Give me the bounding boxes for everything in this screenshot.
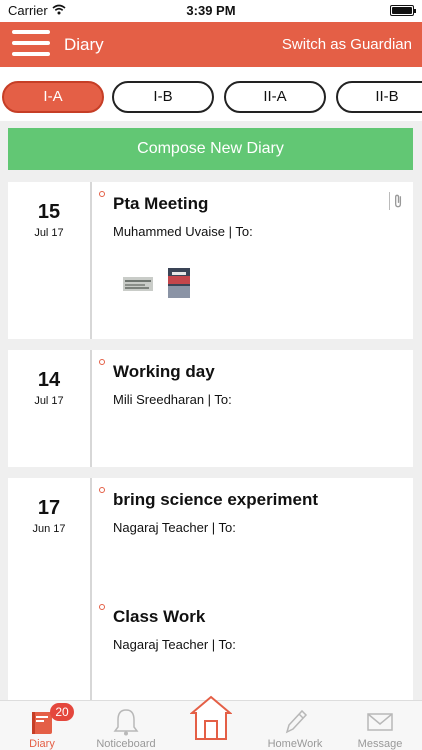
entry-title: Pta Meeting xyxy=(113,194,209,213)
page-title: Diary xyxy=(64,35,104,54)
app-header: Diary Switch as Guardian xyxy=(0,22,422,67)
class-tabs: I-A I-B II-A II-B xyxy=(0,67,422,121)
timeline-dot xyxy=(99,191,105,197)
menu-icon[interactable] xyxy=(12,30,50,58)
nav-diary-label: Diary xyxy=(29,738,55,750)
attachment-thumbnail[interactable] xyxy=(168,268,190,298)
timeline-line xyxy=(90,350,92,467)
diary-card[interactable]: 15 Jul 17 Pta Meeting Muhammed Uvaise | … xyxy=(8,182,413,339)
timeline-dot xyxy=(99,604,105,610)
entry-title: Class Work xyxy=(113,607,206,626)
diary-card[interactable]: 14 Jul 17 Working day Mili Sreedharan | … xyxy=(8,350,413,467)
timeline-line xyxy=(90,478,92,700)
entry-author: Mili Sreedharan | To: xyxy=(113,392,232,407)
diary-card[interactable]: 17 Jun 17 bring science experiment Nagar… xyxy=(8,478,413,700)
nav-noticeboard-label: Noticeboard xyxy=(96,738,156,750)
bell-icon xyxy=(113,709,139,736)
entry-author: Muhammed Uvaise | To: xyxy=(113,224,253,239)
timeline-dot xyxy=(99,487,105,493)
date-day: 17 xyxy=(37,497,61,519)
entry-title: Working day xyxy=(113,362,215,381)
date-day: 15 xyxy=(37,201,61,223)
date-month: Jun 17 xyxy=(32,523,66,535)
tab-ii-a[interactable]: II-A xyxy=(224,81,326,113)
date-month: Jul 17 xyxy=(34,395,64,407)
clock: 3:39 PM xyxy=(186,3,236,18)
date-day: 14 xyxy=(37,369,61,391)
envelope-icon xyxy=(367,713,393,731)
nav-diary[interactable]: 20 Diary xyxy=(0,701,84,750)
nav-noticeboard[interactable]: Noticeboard xyxy=(84,701,168,750)
pencil-icon xyxy=(285,709,308,734)
paperclip-icon[interactable] xyxy=(389,192,407,210)
compose-diary-button[interactable]: Compose New Diary xyxy=(8,128,413,170)
entry-title: bring science experiment xyxy=(113,490,319,509)
entry-author: Nagaraj Teacher | To: xyxy=(113,520,236,535)
diary-badge: 20 xyxy=(50,703,74,721)
tab-i-b[interactable]: I-B xyxy=(112,81,214,113)
nav-homework-label: HomeWork xyxy=(267,738,323,750)
date-column: 15 Jul 17 xyxy=(8,182,90,339)
date-column: 14 Jul 17 xyxy=(8,350,90,467)
entry-author: Nagaraj Teacher | To: xyxy=(113,637,236,652)
nav-homework[interactable]: HomeWork xyxy=(253,701,337,750)
tab-i-a[interactable]: I-A xyxy=(2,81,104,113)
switch-guardian-button[interactable]: Switch as Guardian xyxy=(282,36,412,53)
tab-ii-b[interactable]: II-B xyxy=(336,81,422,113)
date-month: Jul 17 xyxy=(34,227,64,239)
nav-message-label: Message xyxy=(357,738,403,750)
timeline-dot xyxy=(99,359,105,365)
timeline-line xyxy=(90,182,92,339)
battery-icon xyxy=(390,5,416,16)
date-column: 17 Jun 17 xyxy=(8,478,90,700)
attachment-thumbnail[interactable] xyxy=(123,277,153,291)
status-bar: Carrier 3:39 PM xyxy=(0,0,422,22)
home-icon[interactable] xyxy=(190,695,232,741)
nav-message[interactable]: Message xyxy=(338,701,422,750)
